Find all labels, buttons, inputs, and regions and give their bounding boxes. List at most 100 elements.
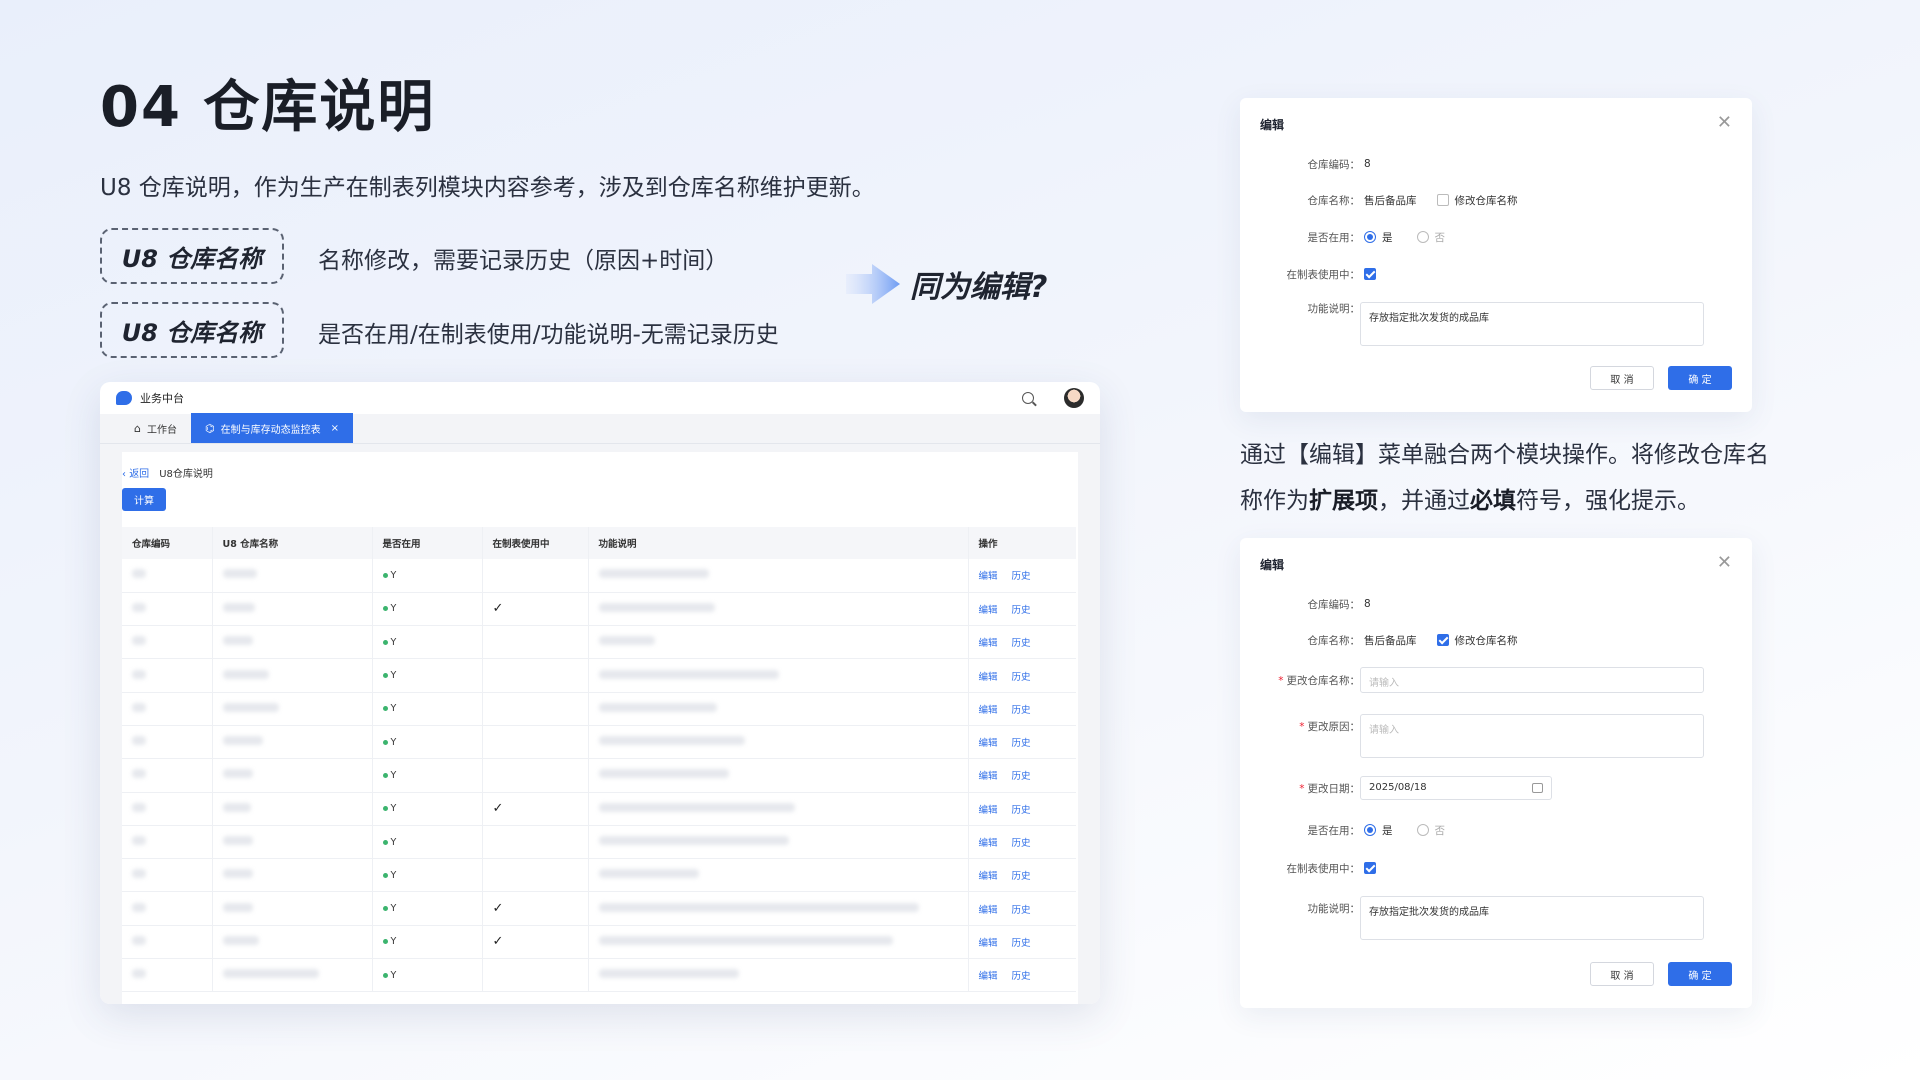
row-in-table: 在制表使用中：: [1240, 858, 1752, 878]
tab-monitor[interactable]: ⌬ 在制与库存动态监控表 ×: [190, 413, 353, 443]
edit-link[interactable]: 编辑: [979, 738, 998, 749]
check-icon: ✓: [492, 934, 504, 950]
check-icon: ✓: [492, 601, 504, 617]
history-link[interactable]: 历史: [1012, 738, 1031, 749]
modify-name-checkbox[interactable]: [1436, 634, 1449, 646]
new-name-label: 更改仓库名称：: [1286, 674, 1361, 687]
history-link[interactable]: 历史: [1012, 938, 1031, 949]
history-link[interactable]: 历史: [1012, 571, 1031, 582]
close-icon[interactable]: ✕: [1717, 112, 1732, 133]
func-textarea[interactable]: 存放指定批次发货的成品库: [1360, 302, 1704, 346]
radio-no[interactable]: [1416, 231, 1429, 243]
status-dot: [382, 572, 388, 578]
code-value: 8: [1364, 158, 1371, 170]
tab-close-icon[interactable]: ×: [331, 423, 339, 434]
in-use-label: 是否在用：: [1307, 231, 1361, 244]
confirm-button[interactable]: 确 定: [1668, 962, 1732, 986]
cell-in-use: Y: [372, 725, 483, 760]
row-code: 仓库编码： 8: [1240, 154, 1752, 174]
edit-link[interactable]: 编辑: [979, 971, 998, 982]
history-link[interactable]: 历史: [1012, 805, 1031, 816]
edit-link[interactable]: 编辑: [979, 672, 998, 683]
edit-link[interactable]: 编辑: [979, 638, 998, 649]
history-link[interactable]: 历史: [1012, 871, 1031, 882]
history-link[interactable]: 历史: [1012, 705, 1031, 716]
date-picker[interactable]: 2025/08/18: [1360, 776, 1552, 800]
calc-button[interactable]: 计算: [122, 488, 166, 511]
in-table-checkbox[interactable]: [1364, 862, 1376, 874]
cell-func: [588, 658, 969, 693]
desc-part-2: ，并通过: [1378, 488, 1470, 514]
tab-workbench[interactable]: ⌂ 工作台: [120, 413, 191, 443]
date-label: 更改日期：: [1307, 782, 1361, 795]
cell-ops: 编辑 历史: [968, 625, 1076, 660]
history-link[interactable]: 历史: [1012, 905, 1031, 916]
cancel-button[interactable]: 取 消: [1590, 962, 1654, 986]
history-link[interactable]: 历史: [1012, 605, 1031, 616]
close-icon[interactable]: ✕: [1717, 552, 1732, 573]
modify-name-label: 修改仓库名称: [1454, 194, 1518, 207]
modify-name-checkbox[interactable]: [1436, 194, 1449, 206]
table-row: Y 编辑 历史: [122, 692, 1076, 726]
required-mark: *: [1278, 674, 1284, 687]
cell-in-table: ✓: [482, 925, 589, 960]
history-link[interactable]: 历史: [1012, 838, 1031, 849]
cell-code: [122, 625, 213, 660]
cell-in-use: Y: [372, 792, 483, 826]
edit-link[interactable]: 编辑: [979, 871, 998, 882]
edit-link[interactable]: 编辑: [979, 838, 998, 849]
search-icon[interactable]: [1022, 392, 1034, 404]
check-icon: ✓: [492, 801, 504, 817]
confirm-button[interactable]: 确 定: [1668, 366, 1732, 390]
radio-yes[interactable]: [1364, 231, 1376, 243]
edit-link[interactable]: 编辑: [979, 905, 998, 916]
required-mark: *: [1299, 720, 1305, 733]
radio-yes[interactable]: [1364, 824, 1376, 836]
cell-code: [122, 891, 213, 926]
back-link[interactable]: ‹ 返回: [122, 465, 149, 480]
reason-textarea[interactable]: 请输入: [1360, 714, 1704, 758]
brand-logo-icon: [116, 391, 132, 405]
col-header-in-use: 是否在用: [372, 527, 483, 559]
history-link[interactable]: 历史: [1012, 771, 1031, 782]
in-use-value: Y: [390, 769, 397, 781]
calendar-icon[interactable]: [1532, 783, 1543, 793]
edit-link[interactable]: 编辑: [979, 605, 998, 616]
row-in-table: 在制表使用中：: [1240, 264, 1752, 284]
cell-in-table: [482, 692, 589, 726]
cell-name: [212, 592, 373, 627]
page-title: 04 仓库说明: [100, 75, 436, 140]
in-use-value: Y: [390, 936, 397, 948]
new-name-input[interactable]: 请输入: [1360, 667, 1704, 693]
list-panel: ‹ 返回 U8仓库说明 计算 仓库编码 U8 仓库名称 是否在用 在制表使用中 …: [122, 452, 1078, 1004]
in-table-label: 在制表使用中：: [1286, 862, 1361, 875]
table-row: Y ✓ 编辑 历史: [122, 792, 1076, 826]
in-use-value: Y: [390, 703, 397, 715]
same-edit-question: 同为编辑?: [910, 270, 1048, 305]
status-dot: [382, 939, 388, 945]
name-value: 售后备品库: [1364, 634, 1417, 647]
cancel-button[interactable]: 取 消: [1590, 366, 1654, 390]
edit-link[interactable]: 编辑: [979, 805, 998, 816]
history-link[interactable]: 历史: [1012, 971, 1031, 982]
check-icon: ✓: [492, 901, 504, 917]
radio-no-label: 否: [1434, 824, 1446, 837]
edit-link[interactable]: 编辑: [979, 571, 998, 582]
avatar[interactable]: [1064, 388, 1084, 408]
history-link[interactable]: 历史: [1012, 672, 1031, 683]
radio-no[interactable]: [1416, 824, 1429, 836]
name-value-wrap: 售后备品库 修改仓库名称: [1364, 633, 1518, 648]
history-link[interactable]: 历史: [1012, 638, 1031, 649]
in-use-radios: 是 否: [1364, 823, 1445, 838]
breadcrumb: ‹ 返回 U8仓库说明: [122, 460, 1078, 484]
func-textarea[interactable]: 存放指定批次发货的成品库: [1360, 896, 1704, 940]
in-table-checkbox[interactable]: [1364, 268, 1376, 280]
row-in-use: 是否在用： 是 否: [1240, 820, 1752, 840]
edit-link[interactable]: 编辑: [979, 771, 998, 782]
cell-func: [588, 792, 969, 826]
table-row: Y ✓ 编辑 历史: [122, 592, 1076, 627]
new-name-label-wrap: * 更改仓库名称：: [1240, 673, 1360, 688]
edit-link[interactable]: 编辑: [979, 705, 998, 716]
edit-link[interactable]: 编辑: [979, 938, 998, 949]
status-dot: [382, 772, 388, 778]
